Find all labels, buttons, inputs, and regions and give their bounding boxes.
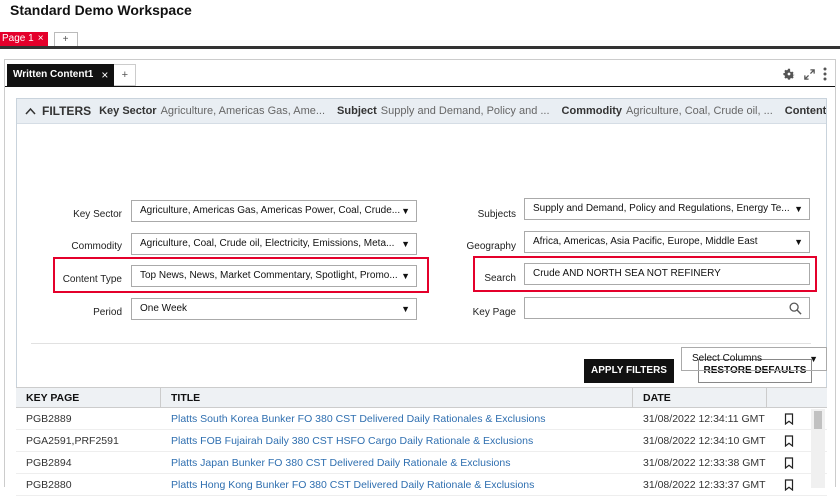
summary-key: Subject — [337, 105, 377, 117]
search-icon[interactable] — [789, 302, 802, 320]
chevron-down-icon: ▼ — [794, 204, 803, 214]
search-label: Search — [484, 273, 516, 284]
key-page-label: Key Page — [472, 307, 516, 318]
bookmark-icon[interactable] — [767, 408, 811, 429]
subjects-label: Subjects — [477, 209, 516, 220]
workspace-tabs: Written Content1 × + — [7, 64, 137, 86]
period-dropdown[interactable]: One Week ▼ — [131, 298, 417, 320]
chevron-down-icon: ▼ — [401, 304, 410, 314]
key-page-input[interactable] — [524, 297, 810, 319]
cell-date: 31/08/2022 12:33:38 GMT — [643, 457, 766, 469]
cell-date: 31/08/2022 12:34:11 GMT — [643, 413, 765, 425]
summary-key: Content Ty — [784, 105, 826, 117]
content-type-value: Top News, News, Market Commentary, Spotl… — [140, 270, 398, 281]
summary-key: Commodity — [561, 105, 623, 117]
period-value: One Week — [140, 303, 188, 314]
summary-key: Key Sector — [99, 105, 157, 117]
chevron-down-icon: ▼ — [809, 354, 818, 364]
table-row[interactable]: PGB2889 Platts South Korea Bunker FO 380… — [16, 408, 827, 430]
more-vertical-icon[interactable] — [823, 67, 827, 86]
cell-key-page: PGB2880 — [26, 479, 72, 491]
cell-title-link[interactable]: Platts South Korea Bunker FO 380 CST Del… — [161, 408, 633, 429]
commodity-dropdown[interactable]: Agriculture, Coal, Crude oil, Electricit… — [131, 233, 417, 255]
page-tab-label: Page 1 — [2, 33, 34, 44]
gear-icon[interactable] — [782, 67, 796, 86]
bookmark-icon[interactable] — [767, 474, 811, 495]
close-icon[interactable]: × — [38, 32, 44, 46]
cell-title-link[interactable]: Platts Japan Bunker FO 380 CST Delivered… — [161, 452, 633, 473]
period-label: Period — [93, 307, 122, 318]
summary-value: Agriculture, Coal, Crude oil, ... — [626, 105, 773, 117]
page-tab-1[interactable]: Page 1 × — [0, 32, 48, 46]
table-row[interactable]: PGB2880 Platts Hong Kong Bunker FO 380 C… — [16, 474, 827, 496]
add-page-button[interactable]: + — [53, 32, 78, 46]
filters-title: FILTERS — [42, 104, 92, 118]
app-title: Standard Demo Workspace — [10, 2, 192, 18]
table-scrollbar[interactable] — [811, 409, 825, 488]
cell-title-link[interactable]: Platts FOB Fujairah Daily 380 CST HSFO C… — [161, 430, 633, 451]
bookmark-icon[interactable] — [767, 430, 811, 451]
chevron-down-icon: ▼ — [401, 271, 410, 281]
summary-value: Agriculture, Americas Gas, Ame... — [160, 105, 326, 117]
close-icon[interactable]: × — [101, 64, 108, 86]
chevron-down-icon: ▼ — [401, 239, 410, 249]
subjects-dropdown[interactable]: Supply and Demand, Policy and Regulation… — [524, 198, 810, 220]
cell-date: 31/08/2022 12:34:10 GMT — [643, 435, 766, 447]
apply-filters-button[interactable]: APPLY FILTERS — [584, 359, 674, 383]
filter-summary-bar[interactable]: FILTERS Key Sector Agriculture, Americas… — [17, 99, 826, 124]
column-header-date[interactable]: DATE — [633, 388, 767, 407]
tab-label: Written Content1 — [13, 69, 94, 80]
chevron-down-icon: ▼ — [794, 237, 803, 247]
cell-key-page: PGB2894 — [26, 457, 72, 469]
table-row[interactable]: PGA2591,PRF2591 Platts FOB Fujairah Dail… — [16, 430, 827, 452]
commodity-value: Agriculture, Coal, Crude oil, Electricit… — [140, 238, 395, 249]
cell-date: 31/08/2022 12:33:37 GMT — [643, 479, 766, 491]
cell-title-link[interactable]: Platts Hong Kong Bunker FO 380 CST Deliv… — [161, 474, 633, 495]
workspace-panel: Written Content1 × + FILTERS Key Sector … — [4, 59, 836, 496]
subjects-value: Supply and Demand, Policy and Regulation… — [533, 203, 790, 214]
select-columns-label: Select Columns — [692, 353, 763, 364]
table-row[interactable]: PGB2894 Platts Japan Bunker FO 380 CST D… — [16, 452, 827, 474]
top-divider — [0, 46, 840, 49]
column-header-key-page[interactable]: KEY PAGE — [16, 388, 161, 407]
content-type-label: Content Type — [62, 274, 122, 285]
key-sector-label: Key Sector — [73, 209, 122, 220]
chevron-up-icon[interactable] — [25, 104, 36, 118]
expand-icon[interactable] — [803, 68, 816, 86]
cell-key-page: PGB2889 — [26, 413, 72, 425]
results-table: KEY PAGE TITLE DATE PGB2889 Platts South… — [16, 387, 827, 496]
key-sector-dropdown[interactable]: Agriculture, Americas Gas, Americas Powe… — [131, 200, 417, 222]
geography-label: Geography — [466, 241, 516, 252]
search-input[interactable]: Crude AND NORTH SEA NOT REFINERY — [524, 263, 810, 285]
bookmark-icon[interactable] — [767, 452, 811, 473]
table-header: KEY PAGE TITLE DATE — [16, 387, 827, 408]
geography-dropdown[interactable]: Africa, Americas, Asia Pacific, Europe, … — [524, 231, 810, 253]
tab-written-content[interactable]: Written Content1 × — [7, 64, 115, 86]
add-tab-button[interactable]: + — [114, 64, 137, 86]
page-tabs: Page 1 × + — [0, 32, 78, 46]
filter-divider — [31, 343, 811, 344]
commodity-label: Commodity — [71, 241, 122, 252]
tab-divider — [5, 86, 835, 87]
chevron-down-icon: ▼ — [401, 206, 410, 216]
summary-value: Supply and Demand, Policy and ... — [380, 105, 550, 117]
content-type-dropdown[interactable]: Top News, News, Market Commentary, Spotl… — [131, 265, 417, 287]
geography-value: Africa, Americas, Asia Pacific, Europe, … — [533, 236, 758, 247]
cell-key-page: PGA2591,PRF2591 — [26, 435, 119, 447]
key-sector-value: Agriculture, Americas Gas, Americas Powe… — [140, 205, 401, 216]
column-header-title[interactable]: TITLE — [161, 388, 633, 407]
scrollbar-thumb[interactable] — [814, 411, 822, 429]
column-header-actions — [767, 388, 827, 407]
workspace-tools — [782, 67, 827, 86]
select-columns-dropdown[interactable]: Select Columns ▼ — [681, 347, 827, 371]
